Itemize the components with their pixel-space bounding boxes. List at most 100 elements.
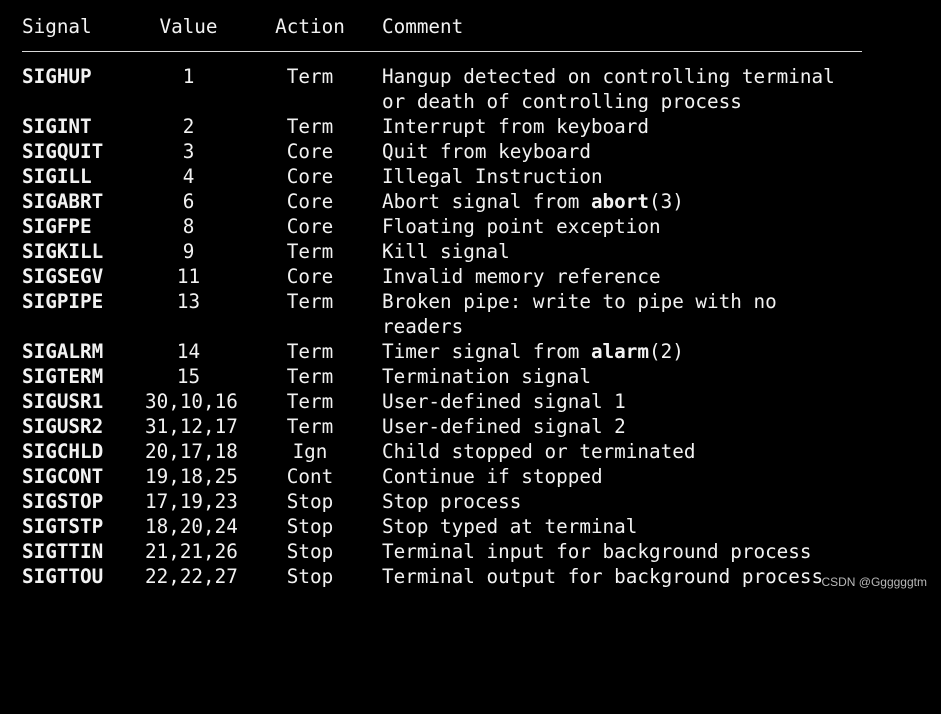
- man-page-reference: alarm: [590, 340, 649, 363]
- signal-value: 20,17,18: [145, 440, 238, 463]
- signal-value: 8: [182, 215, 195, 238]
- signal-name: SIGINT: [22, 115, 92, 138]
- man-section: (2): [649, 340, 684, 363]
- signal-comment-text: Abort signal from: [382, 190, 591, 213]
- signal-action: Core: [286, 215, 334, 238]
- signal-value: 22,22,27: [145, 565, 238, 588]
- table-row-continuation: or death of controlling process: [0, 89, 941, 114]
- signal-name: SIGUSR2: [22, 415, 104, 438]
- table-row: SIGTSTP 18,20,24 Stop Stop typed at term…: [0, 514, 941, 539]
- signal-action: Stop: [286, 565, 334, 588]
- signal-action: Stop: [286, 490, 334, 513]
- signal-comment: Termination signal: [382, 365, 591, 388]
- signal-comment-continuation: or death of controlling process: [382, 90, 742, 113]
- signal-value: 3: [182, 140, 195, 163]
- signal-value: 13: [176, 290, 201, 313]
- signal-comment: Child stopped or terminated: [382, 440, 696, 463]
- signal-comment-continuation: readers: [382, 315, 464, 338]
- table-header: Signal Value Action Comment: [0, 14, 941, 39]
- signal-comment: Timer signal from alarm(2): [382, 339, 684, 364]
- signal-value: 6: [182, 190, 195, 213]
- signal-action: Term: [286, 365, 334, 388]
- signal-value: 31,12,17: [145, 415, 238, 438]
- signal-name: SIGABRT: [22, 190, 104, 213]
- signal-name: SIGSTOP: [22, 490, 104, 513]
- table-row: SIGINT 2 Term Interrupt from keyboard: [0, 114, 941, 139]
- signal-name: SIGTTOU: [22, 565, 104, 588]
- signal-name: SIGPIPE: [22, 290, 104, 313]
- table-row: SIGTERM 15 Term Termination signal: [0, 364, 941, 389]
- signal-comment: Floating point exception: [382, 215, 661, 238]
- signal-comment: Stop process: [382, 490, 522, 513]
- terminal-window: Signal Value Action Comment SIGHUP 1 Ter…: [0, 0, 941, 599]
- table-row: SIGSEGV 11 Core Invalid memory reference: [0, 264, 941, 289]
- signal-value: 11: [176, 265, 201, 288]
- signal-value: 21,21,26: [145, 540, 238, 563]
- signal-value: 9: [182, 240, 195, 263]
- signal-action: Term: [286, 65, 334, 88]
- signal-name: SIGCHLD: [22, 440, 104, 463]
- signal-name: SIGUSR1: [22, 390, 104, 413]
- signal-value: 2: [182, 115, 195, 138]
- signal-name: SIGQUIT: [22, 140, 104, 163]
- signal-comment-text: Timer signal from: [382, 340, 591, 363]
- signal-value: 17,19,23: [145, 490, 238, 513]
- signal-comment: Interrupt from keyboard: [382, 115, 649, 138]
- signal-name: SIGILL: [22, 165, 92, 188]
- table-row: SIGPIPE 13 Term Broken pipe: write to pi…: [0, 289, 941, 314]
- signal-value: 1: [182, 65, 195, 88]
- table-row: SIGQUIT 3 Core Quit from keyboard: [0, 139, 941, 164]
- header-action: Action: [275, 15, 345, 38]
- signal-comment: Broken pipe: write to pipe with no: [382, 290, 777, 313]
- signal-action: Ign: [292, 440, 328, 463]
- signal-value: 14: [176, 340, 201, 363]
- header-signal: Signal: [22, 15, 92, 38]
- table-row: SIGILL 4 Core Illegal Instruction: [0, 164, 941, 189]
- signal-value: 18,20,24: [145, 515, 238, 538]
- signal-value: 30,10,16: [145, 390, 238, 413]
- signal-comment: Abort signal from abort(3): [382, 189, 684, 214]
- table-row: SIGSTOP 17,19,23 Stop Stop process: [0, 489, 941, 514]
- header-divider: [22, 51, 862, 52]
- man-section: (3): [649, 190, 684, 213]
- signal-name: SIGSEGV: [22, 265, 104, 288]
- table-row-continuation: readers: [0, 314, 941, 339]
- signal-name: SIGCONT: [22, 465, 104, 488]
- signal-comment: Terminal input for background process: [382, 540, 812, 563]
- table-row: SIGTTIN 21,21,26 Stop Terminal input for…: [0, 539, 941, 564]
- signal-comment: Invalid memory reference: [382, 265, 661, 288]
- signal-value: 4: [182, 165, 195, 188]
- signal-comment: Continue if stopped: [382, 465, 603, 488]
- table-row: SIGALRM 14 Term Timer signal from alarm(…: [0, 339, 941, 364]
- signal-name: SIGTTIN: [22, 540, 104, 563]
- signal-name: SIGALRM: [22, 340, 104, 363]
- signal-action: Term: [286, 390, 334, 413]
- signal-comment: User-defined signal 2: [382, 415, 626, 438]
- signal-comment: User-defined signal 1: [382, 390, 626, 413]
- signal-action: Core: [286, 165, 334, 188]
- signal-value: 19,18,25: [145, 465, 238, 488]
- signal-name: SIGTERM: [22, 365, 104, 388]
- signal-action: Term: [286, 340, 334, 363]
- signal-action: Core: [286, 190, 334, 213]
- signal-action: Cont: [286, 465, 334, 488]
- signal-comment: Kill signal: [382, 240, 510, 263]
- signal-comment: Stop typed at terminal: [382, 515, 638, 538]
- table-row: SIGKILL 9 Term Kill signal: [0, 239, 941, 264]
- table-row: SIGCHLD 20,17,18 Ign Child stopped or te…: [0, 439, 941, 464]
- header-value: Value: [159, 15, 218, 38]
- table-row: SIGUSR2 31,12,17 Term User-defined signa…: [0, 414, 941, 439]
- table-row: SIGCONT 19,18,25 Cont Continue if stoppe…: [0, 464, 941, 489]
- signal-name: SIGHUP: [22, 65, 92, 88]
- signal-comment: Illegal Instruction: [382, 165, 603, 188]
- table-row: SIGUSR1 30,10,16 Term User-defined signa…: [0, 389, 941, 414]
- signal-action: Term: [286, 115, 334, 138]
- signal-action: Term: [286, 240, 334, 263]
- signal-comment: Terminal output for background process: [382, 565, 824, 588]
- watermark: CSDN @Ggggggtm: [821, 575, 927, 589]
- signal-action: Stop: [286, 515, 334, 538]
- signal-comment: Quit from keyboard: [382, 140, 591, 163]
- header-comment: Comment: [382, 15, 464, 38]
- table-row: SIGTTOU 22,22,27 Stop Terminal output fo…: [0, 564, 941, 589]
- table-row: SIGABRT 6 Core Abort signal from abort(3…: [0, 189, 941, 214]
